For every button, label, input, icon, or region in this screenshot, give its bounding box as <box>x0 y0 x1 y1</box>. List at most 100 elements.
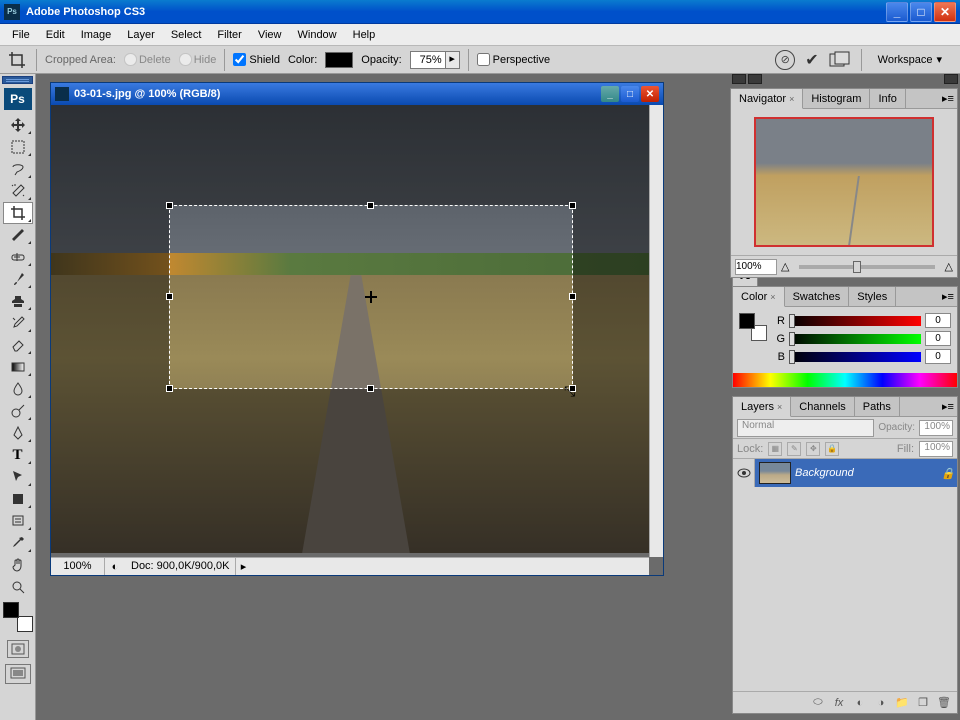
blend-mode-dropdown[interactable]: Normal <box>737 419 874 437</box>
magic-wand-tool[interactable] <box>3 180 33 202</box>
cancel-crop-button[interactable]: ⊘ <box>775 50 795 70</box>
path-selection-tool[interactable] <box>3 466 33 488</box>
menu-filter[interactable]: Filter <box>209 26 249 44</box>
commit-crop-button[interactable]: ✔ <box>805 50 818 70</box>
tab-swatches[interactable]: Swatches <box>785 287 850 306</box>
shield-opacity-input[interactable]: 75% <box>410 51 446 69</box>
tab-layers[interactable]: Layers× <box>733 397 791 417</box>
doc-close-button[interactable]: ✕ <box>641 86 659 102</box>
crop-handle-middle-left[interactable] <box>166 293 173 300</box>
workspace-dropdown[interactable]: Workspace▾ <box>872 51 948 68</box>
clone-stamp-tool[interactable] <box>3 290 33 312</box>
navigator-zoom-out-icon[interactable]: △ <box>781 260 789 273</box>
tab-styles[interactable]: Styles <box>849 287 896 306</box>
layer-opacity-value[interactable]: 100% <box>919 420 953 436</box>
fill-value[interactable]: 100% <box>919 441 953 457</box>
eraser-tool[interactable] <box>3 334 33 356</box>
navigator-thumbnail[interactable] <box>754 117 934 247</box>
lock-all-icon[interactable]: 🔒 <box>825 442 839 456</box>
delete-layer-button[interactable]: 🗑 <box>935 695 953 711</box>
crop-handle-top-right[interactable] <box>569 202 576 209</box>
doc-minimize-button[interactable]: _ <box>601 86 619 102</box>
hand-tool[interactable] <box>3 554 33 576</box>
navigator-preview[interactable] <box>731 109 957 255</box>
lock-image-icon[interactable]: ✎ <box>787 442 801 456</box>
color-fgbg-swatch[interactable] <box>739 313 767 341</box>
document-titlebar[interactable]: 03-01-s.jpg @ 100% (RGB/8) _ □ ✕ <box>51 83 663 105</box>
layer-row-background[interactable]: Background 🔒 <box>733 459 957 487</box>
lock-position-icon[interactable]: ✥ <box>806 442 820 456</box>
type-tool[interactable]: T <box>3 444 33 466</box>
shield-opacity-dropdown[interactable]: ▸ <box>446 51 460 69</box>
tab-color[interactable]: Color× <box>733 287 785 307</box>
navigator-zoom-in-icon[interactable]: △ <box>945 260 953 273</box>
window-minimize-button[interactable]: _ <box>886 2 908 22</box>
tab-paths[interactable]: Paths <box>855 397 900 416</box>
b-slider[interactable] <box>789 352 921 362</box>
crop-handle-top-left[interactable] <box>166 202 173 209</box>
panel-strip-mid-icon[interactable] <box>748 74 762 84</box>
dodge-tool[interactable] <box>3 400 33 422</box>
window-close-button[interactable]: ✕ <box>934 2 956 22</box>
layer-visibility-toggle[interactable] <box>733 459 755 487</box>
crop-handle-middle-right[interactable] <box>569 293 576 300</box>
color-ramp[interactable] <box>733 373 957 387</box>
crop-hide-radio[interactable]: Hide <box>179 53 217 66</box>
panel-strip-left-icon[interactable] <box>732 74 746 84</box>
quick-mask-toggle[interactable] <box>7 640 29 658</box>
menu-select[interactable]: Select <box>163 26 210 44</box>
crop-handle-bottom-middle[interactable] <box>367 385 374 392</box>
link-layers-button[interactable]: ⬭ <box>809 695 827 711</box>
menu-edit[interactable]: Edit <box>38 26 73 44</box>
shield-checkbox[interactable]: Shield <box>233 53 280 66</box>
crop-handle-bottom-right[interactable] <box>569 385 576 392</box>
screen-mode-toggle[interactable] <box>5 664 31 684</box>
zoom-tool[interactable] <box>3 576 33 598</box>
healing-brush-tool[interactable] <box>3 246 33 268</box>
panel-strip-right-icon[interactable] <box>944 74 958 84</box>
g-value[interactable]: 0 <box>925 331 951 346</box>
navigator-panel-menu[interactable]: ▸≡ <box>941 91 955 105</box>
menu-layer[interactable]: Layer <box>119 26 163 44</box>
bridge-button[interactable] <box>829 51 851 69</box>
g-slider[interactable] <box>789 334 921 344</box>
eyedropper-tool[interactable] <box>3 532 33 554</box>
history-brush-tool[interactable] <box>3 312 33 334</box>
r-value[interactable]: 0 <box>925 313 951 328</box>
document-canvas[interactable]: ⤡ <box>51 105 649 557</box>
tab-channels[interactable]: Channels <box>791 397 854 416</box>
navigator-zoom-input[interactable] <box>735 259 777 275</box>
tab-navigator[interactable]: Navigator× <box>731 89 803 109</box>
blur-tool[interactable] <box>3 378 33 400</box>
color-panel-menu[interactable]: ▸≡ <box>941 289 955 303</box>
notes-tool[interactable] <box>3 510 33 532</box>
move-tool[interactable] <box>3 114 33 136</box>
document-zoom-field[interactable]: 100% <box>51 558 105 575</box>
lasso-tool[interactable] <box>3 158 33 180</box>
brush-tool[interactable] <box>3 268 33 290</box>
crop-handle-bottom-left[interactable] <box>166 385 173 392</box>
crop-selection[interactable] <box>169 205 573 389</box>
window-maximize-button[interactable]: □ <box>910 2 932 22</box>
new-layer-button[interactable]: ❐ <box>914 695 932 711</box>
document-status-menu[interactable]: ▸ <box>236 560 250 573</box>
layer-fx-button[interactable]: fx <box>830 695 848 711</box>
document-vertical-scrollbar[interactable] <box>649 105 663 557</box>
adjustment-layer-button[interactable]: ◑ <box>872 695 890 711</box>
gradient-tool[interactable] <box>3 356 33 378</box>
perspective-checkbox[interactable]: Perspective <box>477 53 550 66</box>
doc-maximize-button[interactable]: □ <box>621 86 639 102</box>
slice-tool[interactable] <box>3 224 33 246</box>
layer-group-button[interactable]: 📁 <box>893 695 911 711</box>
shape-tool[interactable] <box>3 488 33 510</box>
menu-window[interactable]: Window <box>290 26 345 44</box>
layer-thumbnail[interactable] <box>759 462 791 484</box>
menu-view[interactable]: View <box>250 26 290 44</box>
b-value[interactable]: 0 <box>925 349 951 364</box>
menu-file[interactable]: File <box>4 26 38 44</box>
pen-tool[interactable] <box>3 422 33 444</box>
menu-image[interactable]: Image <box>73 26 120 44</box>
crop-handle-top-middle[interactable] <box>367 202 374 209</box>
layers-panel-menu[interactable]: ▸≡ <box>941 399 955 413</box>
crop-delete-radio[interactable]: Delete <box>124 53 171 66</box>
